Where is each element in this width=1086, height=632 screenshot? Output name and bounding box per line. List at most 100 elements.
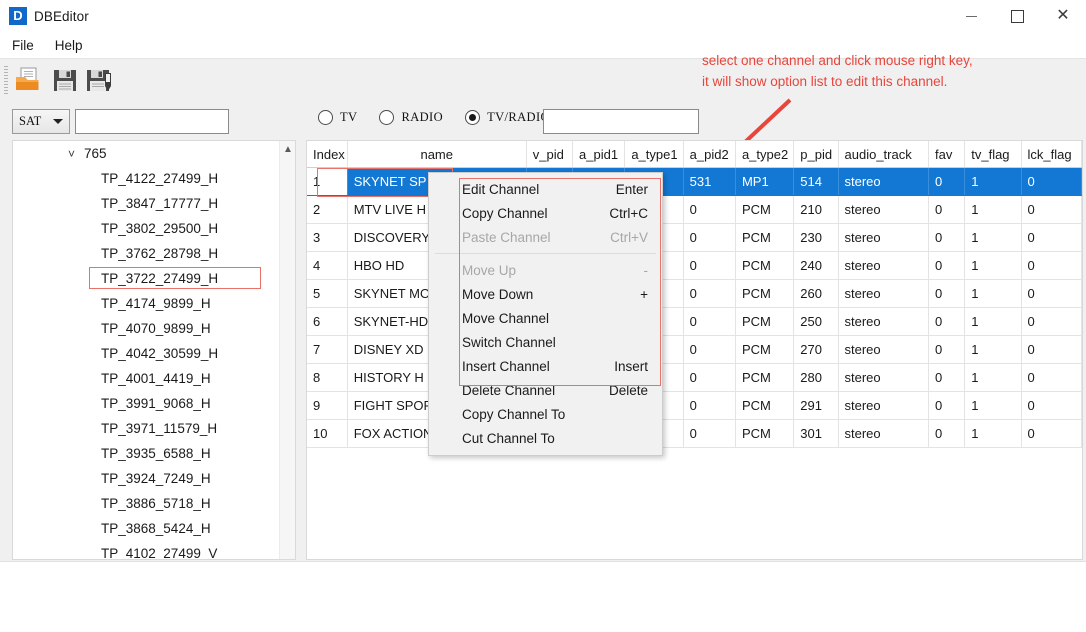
minimize-button[interactable]	[948, 0, 994, 32]
cell-lck-flag[interactable]: 0	[1021, 223, 1082, 252]
cell-a-type2[interactable]: PCM	[735, 335, 795, 364]
cell-p-pid[interactable]: 270	[793, 335, 839, 364]
column-header-fav[interactable]: fav	[928, 141, 966, 168]
menu-item-cut-channel-to[interactable]: Cut Channel To	[429, 426, 662, 450]
table-row[interactable]: 5 SKYNET MO 0 PCM 260 stereo 0 1 0	[307, 279, 1082, 308]
cell-a-type2[interactable]: PCM	[735, 419, 795, 448]
scroll-up-icon[interactable]: ▲	[283, 144, 293, 155]
column-header-audio-track[interactable]: audio_track	[838, 141, 930, 168]
column-header-lck-flag[interactable]: lck_flag	[1021, 141, 1082, 168]
cell-a-pid2[interactable]: 0	[683, 223, 736, 252]
cell-tv-flag[interactable]: 1	[964, 363, 1022, 392]
table-row[interactable]: 4 HBO HD 0 PCM 240 stereo 0 1 0	[307, 251, 1082, 280]
cell-fav[interactable]: 0	[928, 419, 966, 448]
cell-lck-flag[interactable]: 0	[1021, 307, 1082, 336]
cell-index[interactable]: 4	[307, 251, 348, 280]
cell-lck-flag[interactable]: 0	[1021, 167, 1082, 196]
cell-audio-track[interactable]: stereo	[838, 195, 930, 224]
cell-a-type2[interactable]: PCM	[735, 195, 795, 224]
cell-tv-flag[interactable]: 1	[964, 335, 1022, 364]
table-row[interactable]: 6 SKYNET-HD 0 PCM 250 stereo 0 1 0	[307, 307, 1082, 336]
cell-fav[interactable]: 0	[928, 279, 966, 308]
cell-a-type2[interactable]: MP1	[735, 167, 795, 196]
cell-index[interactable]: 7	[307, 335, 348, 364]
channel-search-input[interactable]	[543, 109, 699, 134]
column-header-a-type2[interactable]: a_type2	[735, 141, 795, 168]
column-header-tv-flag[interactable]: tv_flag	[964, 141, 1022, 168]
cell-a-pid2[interactable]: 531	[683, 167, 736, 196]
cell-audio-track[interactable]: stereo	[838, 363, 930, 392]
cell-a-type2[interactable]: PCM	[735, 223, 795, 252]
cell-a-type2[interactable]: PCM	[735, 279, 795, 308]
cell-fav[interactable]: 0	[928, 307, 966, 336]
cell-tv-flag[interactable]: 1	[964, 195, 1022, 224]
cell-index[interactable]: 5	[307, 279, 348, 308]
menu-item-switch-channel[interactable]: Switch Channel	[429, 330, 662, 354]
table-row[interactable]: 2 MTV LIVE H 0 PCM 210 stereo 0 1 0	[307, 195, 1082, 224]
table-row[interactable]: 8 HISTORY H 0 PCM 280 stereo 0 1 0	[307, 363, 1082, 392]
cell-tv-flag[interactable]: 1	[964, 251, 1022, 280]
menu-item-copy-channel-to[interactable]: Copy Channel To	[429, 402, 662, 426]
cell-lck-flag[interactable]: 0	[1021, 279, 1082, 308]
cell-tv-flag[interactable]: 1	[964, 279, 1022, 308]
cell-lck-flag[interactable]: 0	[1021, 251, 1082, 280]
cell-audio-track[interactable]: stereo	[838, 167, 930, 196]
cell-p-pid[interactable]: 210	[793, 195, 839, 224]
cell-audio-track[interactable]: stereo	[838, 335, 930, 364]
menu-item-delete-channel[interactable]: Delete Channel Delete	[429, 378, 662, 402]
tree-item[interactable]: TP_3886_5718_H	[13, 491, 295, 516]
cell-audio-track[interactable]: stereo	[838, 223, 930, 252]
cell-p-pid[interactable]: 301	[793, 419, 839, 448]
cell-fav[interactable]: 0	[928, 391, 966, 420]
column-header-name[interactable]: name	[347, 141, 527, 168]
save-button[interactable]	[50, 65, 80, 95]
cell-tv-flag[interactable]: 1	[964, 223, 1022, 252]
tree-item[interactable]: TP_4001_4419_H	[13, 366, 295, 391]
source-type-select[interactable]: SAT	[12, 109, 70, 134]
table-row[interactable]: 10FOX ACTION MOVIES HD301303MP10PCM301st…	[307, 419, 1082, 448]
tree-item[interactable]: TP_4070_9899_H	[13, 316, 295, 341]
cell-fav[interactable]: 0	[928, 251, 966, 280]
tree-root-node[interactable]: ˅ 765	[13, 141, 295, 166]
close-button[interactable]: ✕	[1040, 0, 1086, 32]
cell-a-pid2[interactable]: 0	[683, 307, 736, 336]
cell-index[interactable]: 3	[307, 223, 348, 252]
cell-p-pid[interactable]: 250	[793, 307, 839, 336]
cell-a-type2[interactable]: PCM	[735, 307, 795, 336]
menu-item-move-down[interactable]: Move Down +	[429, 282, 662, 306]
cell-a-pid2[interactable]: 0	[683, 391, 736, 420]
tree-item[interactable]: TP_3935_6588_H	[13, 441, 295, 466]
menu-item-edit-channel[interactable]: Edit Channel Enter	[429, 177, 662, 201]
cell-fav[interactable]: 0	[928, 335, 966, 364]
tree-item[interactable]: TP_3971_11579_H	[13, 416, 295, 441]
cell-lck-flag[interactable]: 0	[1021, 195, 1082, 224]
cell-p-pid[interactable]: 280	[793, 363, 839, 392]
menubar-item-file[interactable]: File	[3, 35, 43, 56]
tree-item[interactable]: TP_4174_9899_H	[13, 291, 295, 316]
cell-tv-flag[interactable]: 1	[964, 419, 1022, 448]
cell-a-pid2[interactable]: 0	[683, 419, 736, 448]
open-file-button[interactable]	[13, 65, 43, 95]
menubar-item-help[interactable]: Help	[46, 35, 92, 56]
tree-item[interactable]: TP_4122_27499_H	[13, 166, 295, 191]
column-header-a-pid2[interactable]: a_pid2	[683, 141, 736, 168]
cell-fav[interactable]: 0	[928, 363, 966, 392]
toolbar-grip[interactable]	[4, 66, 8, 94]
menu-item-insert-channel[interactable]: Insert Channel Insert	[429, 354, 662, 378]
cell-a-type2[interactable]: PCM	[735, 251, 795, 280]
radio-tv[interactable]: TV	[318, 110, 357, 125]
table-row[interactable]: 7 DISNEY XD 0 PCM 270 stereo 0 1 0	[307, 335, 1082, 364]
cell-tv-flag[interactable]: 1	[964, 167, 1022, 196]
tree-item[interactable]: TP_3722_27499_H	[13, 266, 295, 291]
cell-a-pid2[interactable]: 0	[683, 335, 736, 364]
cell-lck-flag[interactable]: 0	[1021, 335, 1082, 364]
cell-audio-track[interactable]: stereo	[838, 391, 930, 420]
cell-p-pid[interactable]: 260	[793, 279, 839, 308]
tree-item[interactable]: TP_3924_7249_H	[13, 466, 295, 491]
cell-fav[interactable]: 0	[928, 167, 966, 196]
column-header-v-pid[interactable]: v_pid	[526, 141, 574, 168]
cell-a-pid2[interactable]: 0	[683, 251, 736, 280]
menu-item-move-channel[interactable]: Move Channel	[429, 306, 662, 330]
cell-fav[interactable]: 0	[928, 195, 966, 224]
maximize-button[interactable]	[994, 0, 1040, 32]
